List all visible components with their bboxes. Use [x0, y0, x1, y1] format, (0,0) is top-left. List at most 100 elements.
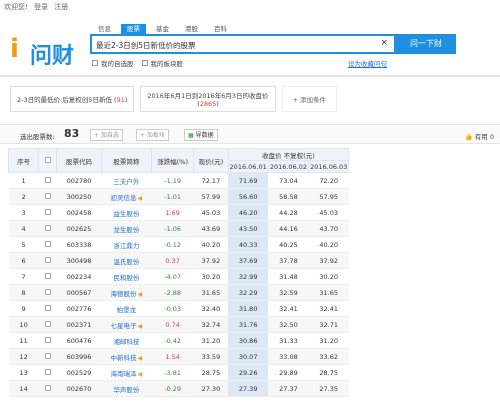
- row-check[interactable]: [38, 300, 57, 317]
- row-check[interactable]: [38, 348, 57, 365]
- stock-name[interactable]: 温氏股份: [113, 258, 139, 266]
- row-check[interactable]: [38, 204, 57, 221]
- row-check[interactable]: [38, 172, 57, 189]
- stock-name[interactable]: 三夫户外: [113, 178, 139, 186]
- row-checkbox[interactable]: [44, 368, 51, 375]
- row-checkbox[interactable]: [44, 224, 51, 231]
- checkbox[interactable]: [92, 60, 98, 66]
- search-input[interactable]: [96, 39, 376, 51]
- table-row[interactable]: 6 300498 温氏股份 0.37 37.92 37.69 37.78 37.92: [8, 252, 500, 269]
- table-row[interactable]: 5 603338 浙江鼎力 -0.12 40.20 40.33 40.25 40.20: [8, 236, 500, 253]
- table-row[interactable]: 11 600476 湘邮科技 -0.42 31.20 30.86 31.33 31.20: [8, 332, 500, 349]
- stock-name-cell[interactable]: 柏堡龙: [101, 300, 152, 317]
- table-row[interactable]: 9 002776 柏堡龙 -0.03 32.40 31.80 32.41 32.41: [8, 300, 500, 317]
- tab-item[interactable]: 港股: [179, 24, 204, 34]
- my-sectors-option[interactable]: 我的板块股: [141, 58, 183, 68]
- speaker-icon[interactable]: ◀: [138, 355, 143, 362]
- stock-name-cell[interactable]: 海德股份◀: [101, 284, 152, 301]
- col-header-code[interactable]: 股票代码: [56, 148, 102, 173]
- tab-item[interactable]: 百科: [208, 24, 233, 34]
- col-header-date-1[interactable]: 2016.06.01: [227, 160, 269, 173]
- row-checkbox[interactable]: [44, 208, 51, 215]
- table-row[interactable]: 8 000567 海德股份◀ -2.88 31.65 32.29 32.59 31.65: [8, 284, 500, 301]
- row-check[interactable]: [38, 332, 57, 349]
- row-checkbox[interactable]: [44, 304, 51, 311]
- col-header-date-3[interactable]: 2016.06.03: [308, 160, 350, 173]
- row-checkbox[interactable]: [44, 288, 51, 295]
- row-checkbox[interactable]: [44, 192, 51, 199]
- table-row[interactable]: 7 002234 民和股份 -4.07 30.20 32.99 31.48 30.20: [8, 268, 500, 285]
- select-all-checkbox[interactable]: [44, 156, 51, 163]
- table-row[interactable]: 3 002458 益生股份 1.69 45.03 46.20 44.28 45.03: [8, 204, 500, 221]
- row-checkbox[interactable]: [44, 320, 51, 327]
- add-sector-button[interactable]: + 加板块: [136, 129, 169, 141]
- table-row[interactable]: 2 300250 初灵信息◀ -1.01 57.99 56.60 58.58 57.95: [8, 188, 500, 205]
- speaker-icon[interactable]: ◀: [138, 291, 143, 298]
- useful-button[interactable]: 👍 有用 0: [465, 131, 494, 141]
- row-checkbox[interactable]: [44, 384, 51, 391]
- row-checkbox[interactable]: [44, 256, 51, 263]
- table-row[interactable]: 4 002625 龙生股份 -1.06 43.69 43.50 44.16 43.70: [8, 220, 500, 237]
- stock-name[interactable]: 浙江鼎力: [113, 242, 139, 250]
- stock-name-cell[interactable]: 民和股份: [101, 268, 152, 285]
- my-stocks-option[interactable]: 我的自选股: [92, 58, 134, 68]
- col-header-name[interactable]: 股票简称: [100, 148, 152, 173]
- add-condition-button[interactable]: + 添加条件: [281, 86, 338, 112]
- save-question-link[interactable]: 设为收藏问句: [348, 58, 387, 68]
- login-link[interactable]: 登录: [34, 3, 48, 11]
- stock-name[interactable]: 中新科技: [111, 354, 137, 362]
- row-checkbox[interactable]: [44, 240, 51, 247]
- stock-name-cell[interactable]: 龙生股份: [101, 220, 152, 237]
- speaker-icon[interactable]: ◀: [138, 371, 143, 378]
- checkbox[interactable]: [141, 60, 148, 66]
- row-check[interactable]: [38, 284, 57, 301]
- table-row[interactable]: 13 002529 海南瑞泽◀ -3.81 28.75 29.26 29.89 28.75: [8, 364, 500, 381]
- table-row[interactable]: 12 603996 中新科技◀ 1.54 33.59 30.07 33.08 33.62: [8, 348, 500, 365]
- stock-name-cell[interactable]: 益生股份: [101, 204, 152, 221]
- speaker-icon[interactable]: ◀: [138, 323, 143, 330]
- register-link[interactable]: 注册: [54, 3, 68, 11]
- row-checkbox[interactable]: [44, 336, 51, 343]
- row-check[interactable]: [38, 236, 57, 253]
- col-header-price[interactable]: 现价(元): [193, 148, 229, 173]
- row-check[interactable]: [38, 220, 57, 237]
- export-button[interactable]: ▦ 导数据: [184, 129, 218, 141]
- col-header-change[interactable]: 涨跌幅(%): [150, 148, 195, 173]
- row-checkbox[interactable]: [44, 176, 51, 183]
- stock-name[interactable]: 益生股份: [113, 210, 139, 218]
- row-checkbox[interactable]: [44, 272, 51, 279]
- speaker-icon[interactable]: ◀: [138, 195, 143, 202]
- stock-name-cell[interactable]: 浙江鼎力: [101, 236, 152, 253]
- stock-name[interactable]: 柏堡龙: [117, 306, 137, 314]
- stock-name[interactable]: 初灵信息: [111, 194, 137, 202]
- stock-name-cell[interactable]: 温氏股份: [101, 252, 152, 269]
- logo[interactable]: i 问财: [8, 32, 82, 69]
- table-row[interactable]: 14 002670 华声股份 -0.29 27.30 27.39 27.37 27.35: [8, 380, 500, 397]
- tab-item[interactable]: 基金: [150, 24, 175, 34]
- stock-name-cell[interactable]: 湘邮科技: [101, 332, 152, 349]
- table-row[interactable]: 1 002780 三夫户外 -1.19 72.17 71.69 73.04 72.20: [8, 172, 500, 189]
- tab-item[interactable]: 信息: [92, 24, 117, 34]
- clear-icon[interactable]: ×: [380, 38, 388, 48]
- tab-item[interactable]: 股票: [121, 24, 146, 34]
- row-check[interactable]: [38, 364, 57, 381]
- stock-name[interactable]: 华声股份: [113, 386, 139, 394]
- stock-name-cell[interactable]: 中新科技◀: [101, 348, 152, 365]
- stock-name[interactable]: 民和股份: [113, 274, 139, 282]
- row-check[interactable]: [38, 380, 57, 397]
- condition-chip[interactable]: 2-3日的最低价:后复权创5日新低 (91): [10, 86, 135, 112]
- table-row[interactable]: 10 002371 七星电子◀ 0.74 32.74 31.76 32.50 32.71: [8, 316, 500, 333]
- condition-chip[interactable]: 2016年6月1日到2016年6月3日的收盘价 (2865): [140, 86, 276, 112]
- search-button[interactable]: 问一下财: [396, 34, 456, 54]
- row-check[interactable]: [38, 252, 57, 269]
- stock-name[interactable]: 七星电子: [111, 322, 137, 330]
- row-checkbox[interactable]: [44, 352, 51, 359]
- stock-name-cell[interactable]: 海南瑞泽◀: [101, 364, 152, 381]
- row-check[interactable]: [38, 268, 57, 285]
- row-check[interactable]: [38, 316, 57, 333]
- stock-name-cell[interactable]: 七星电子◀: [101, 316, 152, 333]
- row-check[interactable]: [38, 188, 57, 205]
- stock-name[interactable]: 龙生股份: [113, 226, 139, 234]
- stock-name-cell[interactable]: 华声股份: [101, 380, 152, 397]
- col-header-date-2[interactable]: 2016.06.02: [267, 160, 310, 173]
